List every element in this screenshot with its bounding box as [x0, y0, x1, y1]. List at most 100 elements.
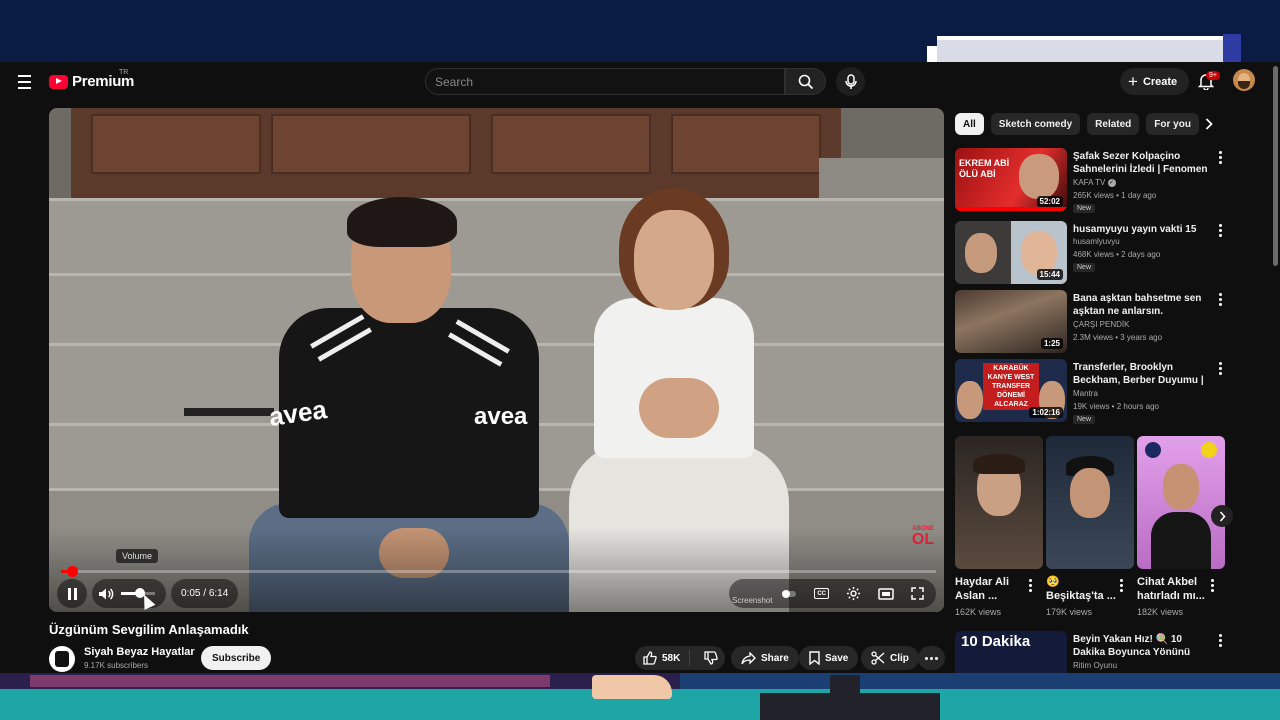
chip-sketch-comedy[interactable]: Sketch comedy — [990, 113, 1081, 135]
create-label: Create — [1142, 75, 1178, 88]
more-options-icon[interactable] — [1217, 634, 1223, 647]
short-title[interactable]: Cihat Akbel hatırladı mı... — [1137, 575, 1209, 603]
video-title[interactable]: Transferler, Brooklyn Beckham, Berber Du… — [1073, 361, 1209, 387]
chip-all[interactable]: All — [955, 113, 984, 135]
progress-bar[interactable] — [61, 566, 936, 577]
notification-count-badge: 9+ — [1206, 71, 1220, 80]
subtitles-icon[interactable]: CC — [814, 588, 830, 599]
search-input[interactable] — [435, 74, 784, 89]
more-options-icon[interactable] — [1217, 224, 1223, 237]
video-thumbnail[interactable]: 15:44 — [955, 221, 1067, 284]
chip-related[interactable]: Related — [1087, 113, 1140, 135]
more-actions-button[interactable] — [918, 646, 945, 670]
youtube-play-icon — [49, 74, 68, 89]
search-button[interactable] — [785, 68, 826, 95]
page-scrollbar[interactable] — [1273, 66, 1278, 266]
video-thumbnail[interactable]: EKREM ABİ ÖLÜ ABİ 52:02 — [955, 148, 1067, 211]
logo-region: TR — [119, 69, 129, 76]
recommendation-item[interactable]: 1:25 Bana aşktan bahsetme sen aşktan ne … — [955, 290, 1225, 354]
chevron-right-icon — [1219, 510, 1226, 522]
channel-name[interactable]: ÇARŞI PENDİK — [1073, 320, 1129, 329]
channel-avatar[interactable] — [49, 646, 75, 672]
new-badge: New — [1073, 263, 1096, 272]
video-title[interactable]: Bana aşktan bahsetme sen aşktan ne anlar… — [1073, 292, 1209, 318]
youtube-logo[interactable]: Premium TR — [49, 69, 134, 90]
filter-chips: All Sketch comedy Related For you — [955, 113, 1225, 137]
video-player[interactable]: avea avea ABONE OL Volume — [49, 108, 944, 612]
thumbnail-caption: 10 Dakika — [961, 633, 1031, 650]
short-item[interactable]: Haydar Ali Aslan ... 162K views — [955, 436, 1043, 622]
save-button[interactable]: Save — [799, 646, 859, 670]
dislike-button[interactable] — [695, 651, 727, 665]
thumbs-up-icon — [643, 651, 657, 665]
short-title[interactable]: Haydar Ali Aslan ... — [955, 575, 1027, 603]
channel-name[interactable]: Ritim Oyunu — [1073, 661, 1117, 670]
short-item[interactable]: 🥺 Beşiktaş'ta ... 179K views — [1046, 436, 1134, 622]
voice-search-button[interactable] — [836, 67, 865, 96]
channel-name[interactable]: Siyah Beyaz Hayatlar — [84, 646, 195, 658]
more-options-icon[interactable] — [1211, 579, 1214, 592]
more-options-icon[interactable] — [1217, 293, 1223, 306]
menu-icon[interactable] — [12, 70, 36, 94]
pause-icon — [67, 587, 77, 600]
time-display: 0:05 / 6:14 — [171, 579, 239, 608]
notifications-button[interactable]: 9+ — [1194, 69, 1220, 93]
short-thumbnail[interactable] — [1046, 436, 1134, 569]
search-box[interactable] — [425, 68, 785, 95]
account-avatar[interactable] — [1233, 69, 1255, 91]
more-options-icon[interactable] — [1217, 151, 1223, 164]
thumbnail-caption: EKREM ABİ ÖLÜ ABİ — [959, 158, 1010, 179]
verified-check-icon: ✓ — [1107, 178, 1116, 187]
pause-button[interactable] — [57, 579, 87, 608]
video-meta: 468K views • 2 days ago — [1073, 250, 1161, 259]
time-separator: / — [200, 588, 209, 599]
video-duration: 52:02 — [1036, 196, 1063, 207]
chevron-right-icon — [1205, 118, 1213, 130]
video-title: Üzgünüm Sevgilim Anlaşamadık — [49, 622, 249, 637]
new-badge: New — [1073, 415, 1096, 424]
clip-label: Clip — [890, 652, 909, 664]
like-button[interactable]: 58K — [635, 650, 691, 666]
short-title[interactable]: 🥺 Beşiktaş'ta ... — [1046, 575, 1118, 603]
chip-for-you[interactable]: For you — [1146, 113, 1199, 135]
more-options-icon[interactable] — [1029, 579, 1032, 592]
microphone-icon — [844, 73, 857, 89]
subscribe-button[interactable]: Subscribe — [201, 646, 272, 670]
channel-name-row: KAFA TV ✓ — [1073, 178, 1116, 187]
save-label: Save — [825, 652, 849, 664]
settings-gear-icon[interactable] — [846, 586, 861, 601]
more-options-icon[interactable] — [1217, 362, 1223, 375]
recommendation-item[interactable]: KARABÜK KANYE WEST TRANSFER DÖNEMİ ALCAR… — [955, 359, 1225, 424]
volume-icon[interactable] — [98, 587, 115, 601]
video-title[interactable]: Şafak Sezer Kolpaçino Sahnelerini İzledi… — [1073, 150, 1209, 176]
create-button[interactable]: + Create — [1120, 68, 1190, 95]
recommendation-item[interactable]: EKREM ABİ ÖLÜ ABİ 52:02 Şafak Sezer Kolp… — [955, 148, 1225, 213]
video-title[interactable]: husamyuyu yayın vakti 15 — [1073, 223, 1209, 236]
short-item[interactable]: Cihat Akbel hatırladı mı... 182K views — [1137, 436, 1225, 622]
chips-next-button[interactable] — [1199, 114, 1219, 134]
short-thumbnail[interactable] — [1137, 436, 1225, 569]
channel-name[interactable]: KAFA TV — [1073, 178, 1105, 187]
like-dislike-group: 58K — [635, 646, 725, 670]
video-thumbnail[interactable]: 1:25 — [955, 290, 1067, 353]
recommendation-item[interactable]: 15:44 husamyuyu yayın vakti 15 husamlyuv… — [955, 221, 1225, 285]
channel-name[interactable]: husamlyuvyu — [1073, 237, 1120, 246]
clip-button[interactable]: Clip — [861, 646, 919, 670]
desktop-background-bottom — [0, 673, 1280, 720]
fullscreen-icon[interactable] — [910, 587, 924, 600]
recommendation-item[interactable]: 10 Dakika Beyin Yakan Hız! 🍭 10 Dakika B… — [955, 631, 1225, 673]
video-thumbnail[interactable]: 10 Dakika — [955, 631, 1067, 673]
short-thumbnail[interactable] — [955, 436, 1043, 569]
autoplay-toggle-icon[interactable] — [781, 589, 797, 599]
video-thumbnail[interactable]: KARABÜK KANYE WEST TRANSFER DÖNEMİ ALCAR… — [955, 359, 1067, 422]
video-duration: 1:25 — [1040, 338, 1063, 349]
shorts-next-button[interactable] — [1211, 505, 1233, 527]
theater-mode-icon[interactable] — [878, 587, 894, 600]
screenshot-label: Screenshot — [732, 596, 773, 605]
new-badge: New — [1073, 204, 1096, 213]
channel-name[interactable]: Mantra — [1073, 389, 1098, 398]
more-options-icon[interactable] — [1120, 579, 1123, 592]
share-icon — [741, 651, 756, 665]
share-button[interactable]: Share — [731, 646, 799, 670]
video-title[interactable]: Beyin Yakan Hız! 🍭 10 Dakika Boyunca Yön… — [1073, 633, 1209, 659]
